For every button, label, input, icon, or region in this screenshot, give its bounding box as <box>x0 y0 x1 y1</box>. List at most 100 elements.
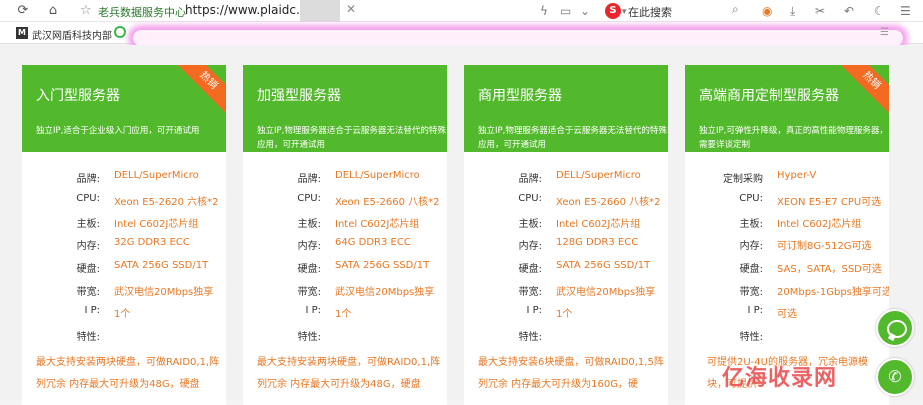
spec-row: 特性: <box>464 328 668 348</box>
spec-row: CPU: XEON E5-E7 CPU可选 <box>685 193 889 213</box>
spec-value: DELL/SuperMicro <box>335 170 420 181</box>
spec-label: 主板: <box>518 219 542 230</box>
spec-value: Intel C602J芯片组 <box>335 219 420 230</box>
refresh-icon[interactable]: ⟳ <box>14 2 32 20</box>
undo-icon[interactable]: ↶ <box>844 2 854 20</box>
spec-row: 带宽: 武汉电信20Mbps独享 <box>243 283 447 303</box>
spec-value: SATA 256G SSD/1T <box>335 260 430 271</box>
card-description: 独立IP,物理服务器适合于云服务器无法替代的特殊应用，可开通试用 <box>257 126 446 150</box>
search-input[interactable]: 在此搜索 <box>628 4 672 20</box>
spec-value: 可选 <box>777 309 797 320</box>
spec-label: CPU: <box>739 193 763 204</box>
spec-row: 硬盘: SATA 256G SSD/1T <box>464 260 668 280</box>
spec-value: 武汉电信20Mbps独享 <box>556 287 656 298</box>
spec-row: CPU: Xeon E5-2660 八核*2 <box>464 193 668 213</box>
hot-badge: 热销 <box>172 65 226 117</box>
spec-label: 内存: <box>739 241 763 252</box>
spec-row: 硬盘: SAS，SATA，SSD可选 <box>685 260 889 280</box>
spec-label: 特性: <box>76 332 100 343</box>
spec-label: 内存: <box>297 241 321 252</box>
card-header: 高端商用定制型服务器 热销 独立IP,可弹性升降级，真正的高性能物理服务器，需要… <box>685 65 889 152</box>
spec-row: 主板: Intel C602J芯片组 <box>22 215 226 235</box>
chat-icon[interactable] <box>876 309 914 347</box>
spec-label: 内存: <box>76 241 100 252</box>
dropdown-icon[interactable]: ▾ <box>622 3 627 21</box>
search-icon[interactable]: ⌕ <box>732 2 739 17</box>
watermark: 亿海收录网 <box>722 366 838 391</box>
spec-row: 内存: 128G DDR3 ECC <box>464 237 668 257</box>
spec-row: 带宽: 武汉电信20Mbps独享 <box>464 283 668 303</box>
hot-badge: 热销 <box>835 65 889 117</box>
spec-value: 1个 <box>335 309 352 320</box>
spec-value: Intel C602J芯片组 <box>114 219 199 230</box>
card-header: 入门型服务器 热销 独立IP,适合于企业级入门应用，可开通试用 <box>22 65 226 152</box>
server-card[interactable]: 入门型服务器 热销 独立IP,适合于企业级入门应用，可开通试用 品牌: DELL/… <box>22 65 226 405</box>
spec-label: I P: <box>305 305 321 316</box>
spec-value: 32G DDR3 ECC <box>114 237 190 248</box>
spec-row: 硬盘: SATA 256G SSD/1T <box>22 260 226 280</box>
feature-text: 最大支持安装6块硬盘，可做RAID0,1,5阵列冗余 内存最大可升级为160G，… <box>478 357 664 390</box>
redacted-url <box>300 0 340 22</box>
card-header: 加强型服务器 独立IP,物理服务器适合于云服务器无法替代的特殊应用，可开通试用 <box>243 65 447 152</box>
spec-label: CPU: <box>297 193 321 204</box>
spec-row: 特性: <box>243 328 447 348</box>
spec-value: 20Mbps-1Gbps独享可选 <box>777 287 889 298</box>
star-icon[interactable]: ☆ <box>80 2 92 20</box>
spec-row: 内存: 可订制8G-512G可选 <box>685 237 889 257</box>
spec-row: 特性: <box>22 328 226 348</box>
spec-row: 带宽: 20Mbps-1Gbps独享可选 <box>685 283 889 303</box>
spec-row: 定制采购 Hyper-V <box>685 170 889 190</box>
spec-value: 1个 <box>114 309 131 320</box>
spec-row: I P: 1个 <box>464 305 668 325</box>
server-card[interactable]: 商用型服务器 独立IP,物理服务器适合于云服务器无法替代的特殊应用，可开通试用 … <box>464 65 668 405</box>
spec-row: 硬盘: SATA 256G SSD/1T <box>243 260 447 280</box>
spec-row: 主板: Intel C602J芯片组 <box>685 215 889 235</box>
spec-label: I P: <box>747 305 763 316</box>
redacted-bookmarks <box>133 30 903 46</box>
spec-row: 内存: 64G DDR3 ECC <box>243 237 447 257</box>
bookmark-icon[interactable] <box>114 26 126 38</box>
clear-icon[interactable]: ✕ <box>346 2 356 16</box>
download-icon[interactable]: ⤓ <box>790 2 795 20</box>
moon-icon[interactable]: ☾ <box>874 2 885 20</box>
spec-label: I P: <box>526 305 542 316</box>
spec-row: 品牌: DELL/SuperMicro <box>464 170 668 190</box>
menu-icon[interactable]: ☰ <box>900 2 911 20</box>
feature-text: 最大支持安装两块硬盘，可做RAID0,1,阵列冗余 内存最大可升级为48G，硬盘 <box>36 357 220 390</box>
game-icon[interactable]: ◉ <box>762 2 772 20</box>
card-title: 加强型服务器 <box>257 88 341 104</box>
spec-label: 主板: <box>739 219 763 230</box>
home-icon[interactable]: ⌂ <box>44 2 62 20</box>
chevron-down-icon[interactable]: ⌄ <box>580 2 590 20</box>
spec-label: 带宽: <box>518 287 542 298</box>
server-card[interactable]: 加强型服务器 独立IP,物理服务器适合于云服务器无法替代的特殊应用，可开通试用 … <box>243 65 447 405</box>
spec-label: 品牌: <box>297 174 321 185</box>
spec-label: 特性: <box>518 332 542 343</box>
spec-row: I P: 可选 <box>685 305 889 325</box>
spec-value: SATA 256G SSD/1T <box>556 260 651 271</box>
card-header: 商用型服务器 独立IP,物理服务器适合于云服务器无法替代的特殊应用，可开通试用 <box>464 65 668 152</box>
spec-value: 武汉电信20Mbps独享 <box>335 287 435 298</box>
more-bookmarks-icon[interactable]: ☰ <box>880 27 889 38</box>
page-icon[interactable]: ▭ <box>560 2 571 20</box>
spec-row: I P: 1个 <box>22 305 226 325</box>
spec-label: 品牌: <box>76 174 100 185</box>
spec-label: 特性: <box>297 332 321 343</box>
site-title: 老兵数据服务中心 <box>98 6 186 19</box>
feature-text: 最大支持安装两块硬盘，可做RAID0,1,阵列冗余 内存最大可升级为48G，硬盘 <box>257 357 441 390</box>
spec-row: I P: 1个 <box>243 305 447 325</box>
bookmark-item[interactable]: 武汉网盾科技内部 <box>32 27 112 42</box>
spec-value: Xeon E5-2620 六核*2 <box>114 197 219 208</box>
phone-icon[interactable]: ✆ <box>876 358 914 396</box>
spec-row: 品牌: DELL/SuperMicro <box>243 170 447 190</box>
server-card[interactable]: 高端商用定制型服务器 热销 独立IP,可弹性升降级，真正的高性能物理服务器，需要… <box>685 65 889 405</box>
spec-value: 1个 <box>556 309 573 320</box>
spec-label: CPU: <box>518 193 542 204</box>
spec-value: SAS，SATA，SSD可选 <box>777 264 882 275</box>
search-engine-icon[interactable]: S <box>605 3 621 19</box>
spec-value: DELL/SuperMicro <box>114 170 199 181</box>
page-content: 入门型服务器 热销 独立IP,适合于企业级入门应用，可开通试用 品牌: DELL/… <box>0 45 923 405</box>
spec-row: 内存: 32G DDR3 ECC <box>22 237 226 257</box>
lightning-icon[interactable]: ϟ <box>540 2 548 20</box>
scissors-icon[interactable]: ✂ <box>815 2 825 20</box>
